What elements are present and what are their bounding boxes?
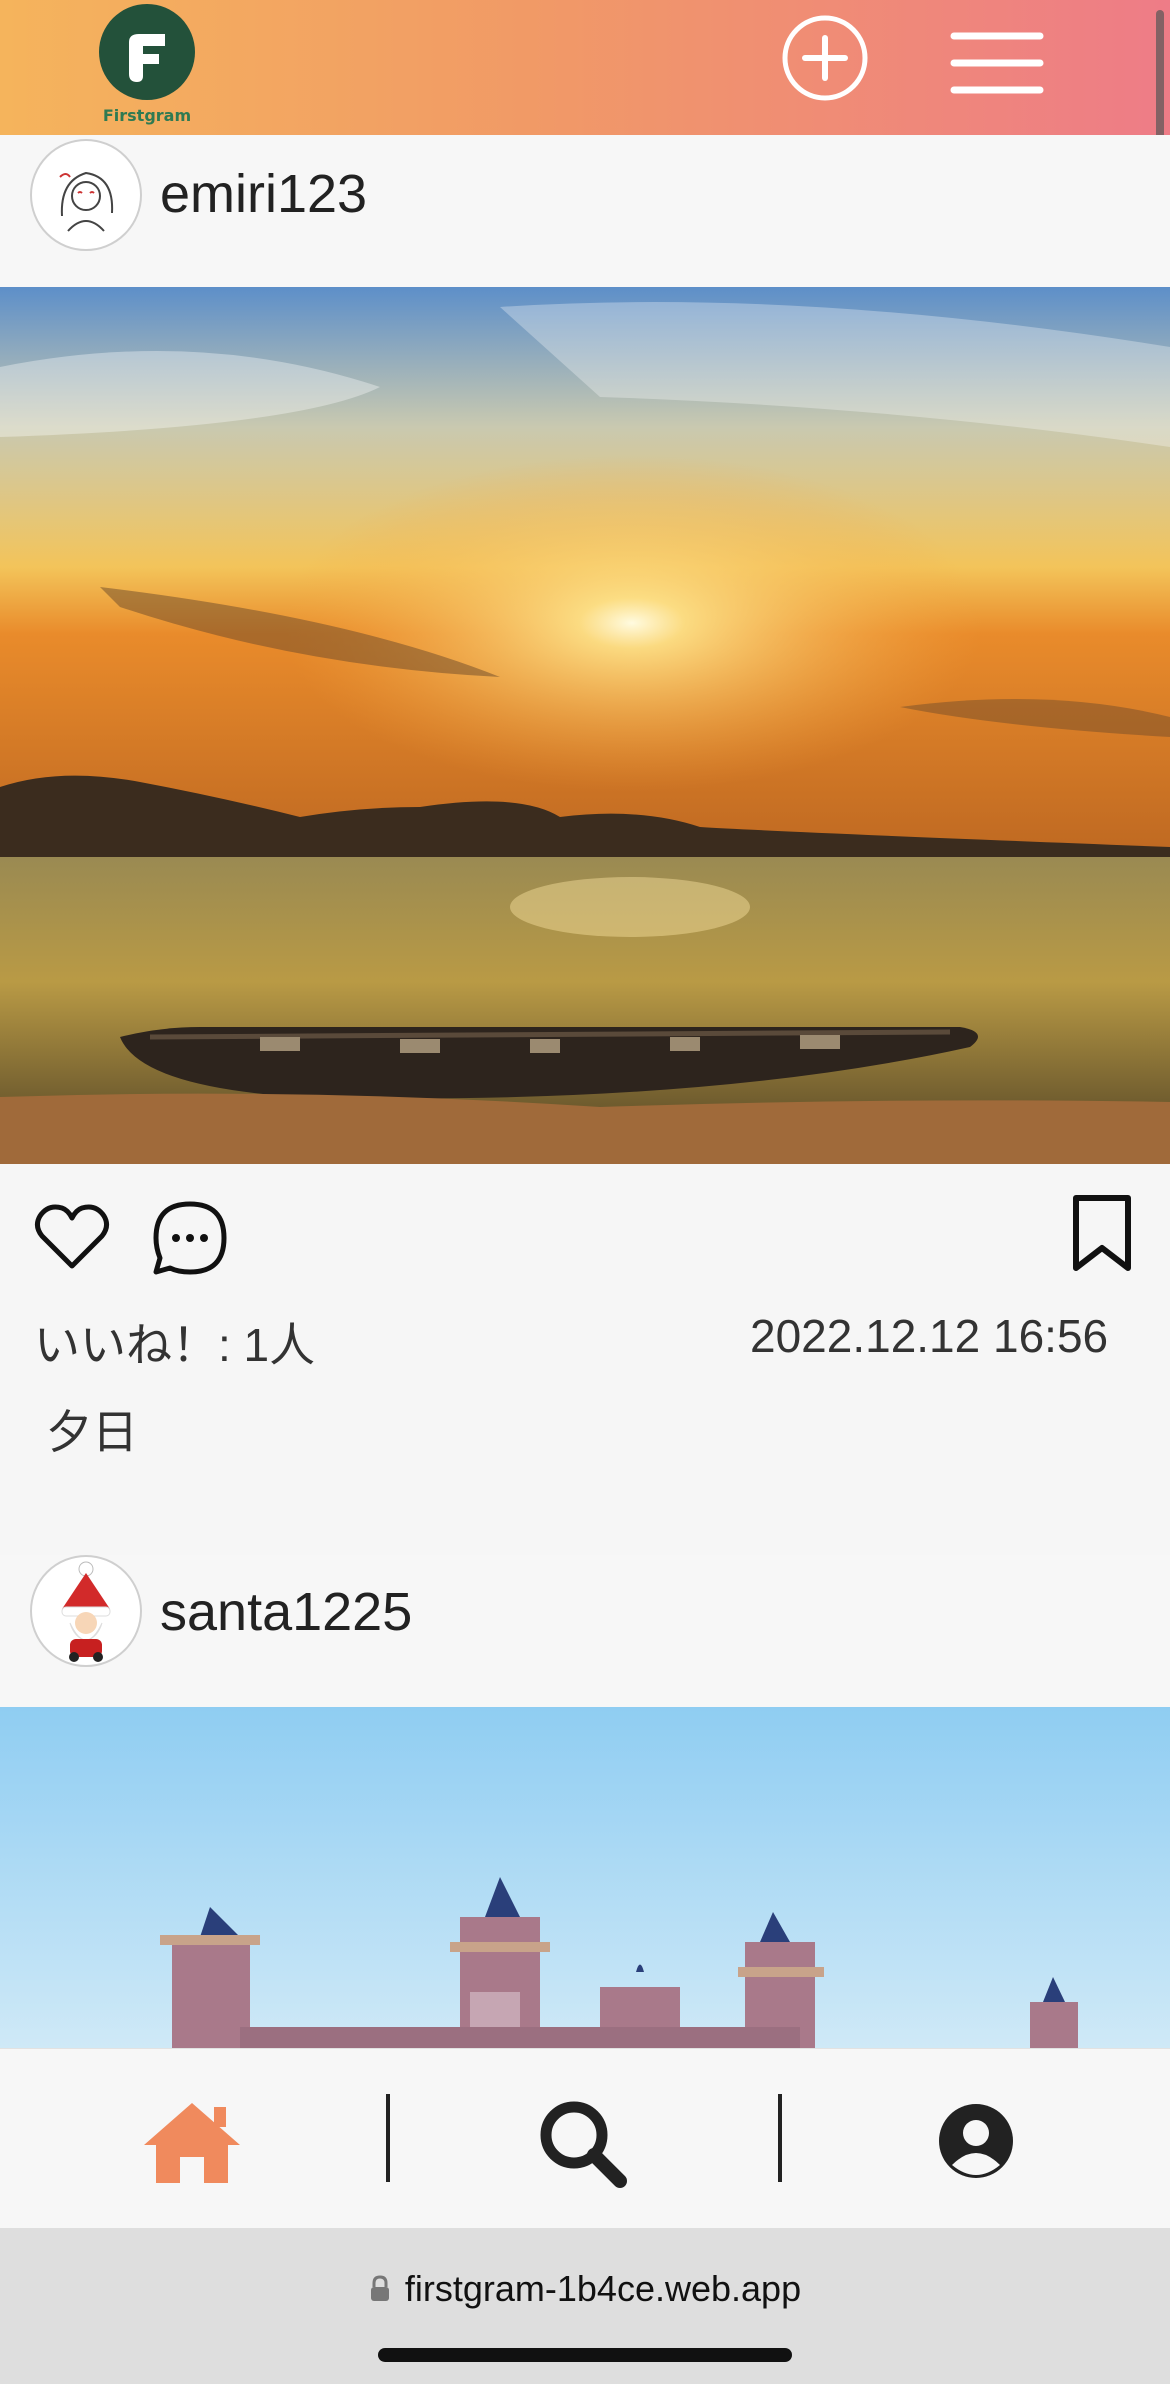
bookmark-icon <box>1073 1195 1131 1271</box>
comment-button[interactable] <box>150 1198 230 1282</box>
post-actions: いいね！: 1人 2022.12.12 16:56 夕日 <box>0 1164 1170 1464</box>
nav-home[interactable] <box>140 2099 244 2189</box>
home-indicator[interactable] <box>378 2348 792 2362</box>
home-icon <box>144 2103 240 2183</box>
sunset-photo <box>0 287 1170 1164</box>
post-image[interactable] <box>0 1707 1170 2048</box>
add-post-button[interactable] <box>782 15 868 101</box>
post-username[interactable]: emiri123 <box>160 163 367 225</box>
santa-avatar-illustration <box>61 1561 111 1662</box>
browser-url-bar[interactable]: firstgram-1b4ce.web.app <box>0 2228 1170 2384</box>
post-header: emiri123 <box>0 135 1170 287</box>
like-button[interactable] <box>34 1202 110 1276</box>
user-circle-icon <box>939 2104 1013 2178</box>
avatar-illustration <box>59 171 114 232</box>
castle-photo <box>0 1707 1170 2048</box>
post-image[interactable] <box>0 287 1170 1164</box>
bottom-nav <box>0 2048 1170 2229</box>
nav-profile[interactable] <box>938 2103 1014 2183</box>
logo-text: Firstgram <box>102 106 192 125</box>
comment-bubble-icon <box>153 1201 227 1275</box>
menu-button[interactable] <box>950 30 1044 96</box>
avatar[interactable] <box>30 1555 142 1667</box>
post-username[interactable]: santa1225 <box>160 1581 412 1643</box>
post-date: 2022.12.12 16:56 <box>750 1310 1109 1362</box>
like-count[interactable]: いいね！: 1人 <box>34 1309 315 1375</box>
logo[interactable] <box>99 4 195 100</box>
lock-icon <box>370 2275 389 2301</box>
logo-icon <box>129 34 165 82</box>
avatar[interactable] <box>30 139 142 251</box>
heart-icon <box>34 1204 110 1269</box>
bookmark-button[interactable] <box>1072 1194 1132 1276</box>
plus-circle-icon <box>782 15 868 101</box>
post-header: santa1225 <box>0 1555 1170 1707</box>
app-header: Firstgram <box>0 0 1170 192</box>
nav-separator <box>778 2094 782 2182</box>
nav-separator <box>386 2094 390 2182</box>
nav-search[interactable] <box>536 2097 628 2193</box>
url-text: firstgram-1b4ce.web.app <box>404 2268 802 2309</box>
post-caption: 夕日 <box>46 1405 138 1459</box>
hamburger-icon <box>950 32 1044 94</box>
search-icon <box>540 2101 627 2188</box>
url-display[interactable]: firstgram-1b4ce.web.app <box>0 2268 1170 2310</box>
